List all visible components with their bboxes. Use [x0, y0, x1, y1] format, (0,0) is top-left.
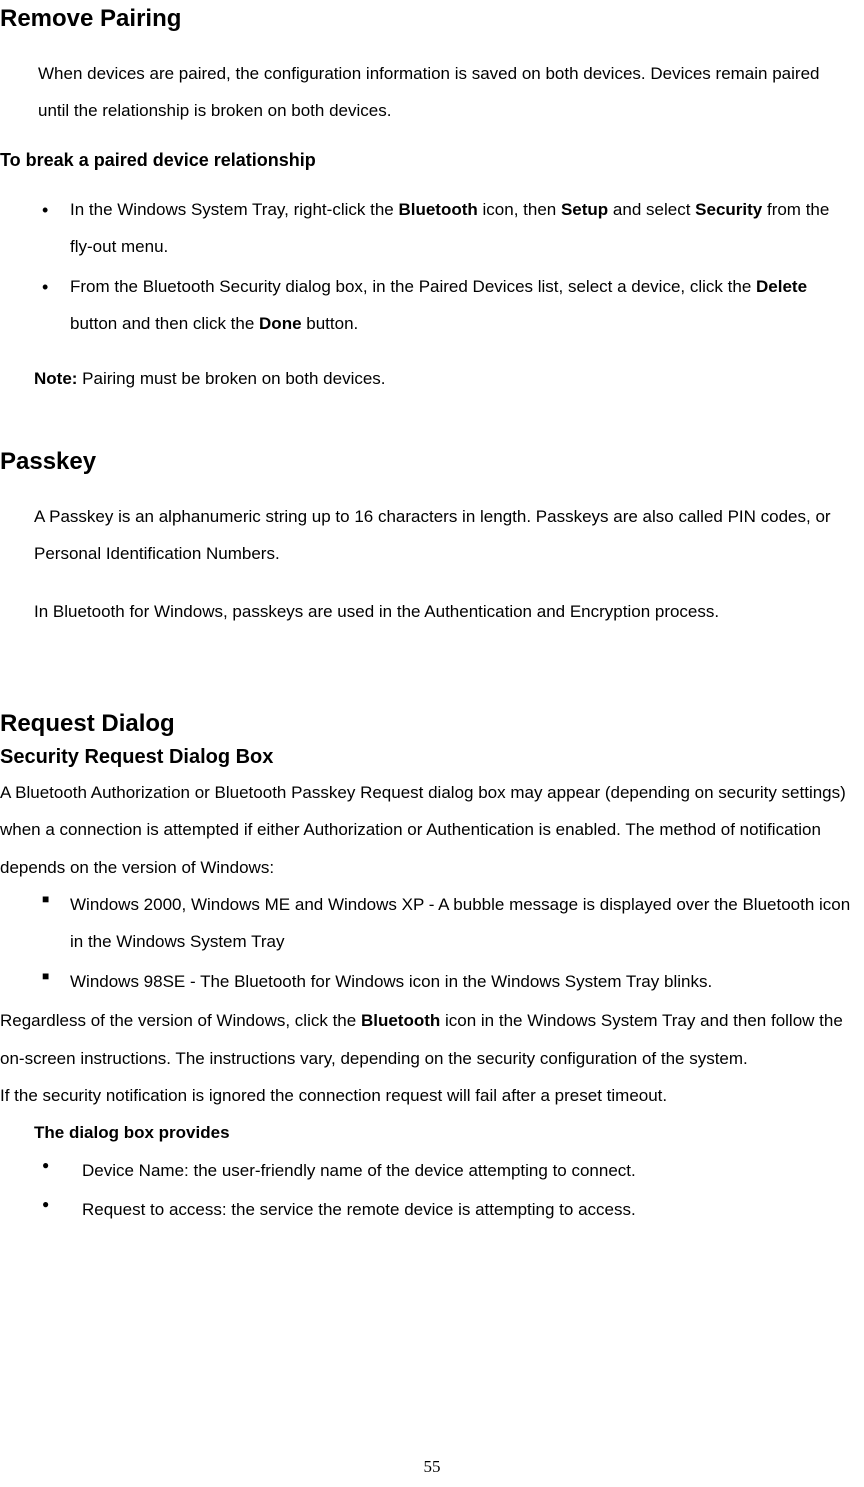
section-request-dialog: Request Dialog Security Request Dialog B… — [0, 710, 854, 1229]
text: icon, then — [478, 200, 561, 219]
text: From the Bluetooth Security dialog box, … — [70, 277, 756, 296]
windows-version-list: Windows 2000, Windows ME and Windows XP … — [38, 886, 854, 1000]
note-label: Note: — [34, 369, 77, 388]
note-text: Pairing must be broken on both devices. — [77, 369, 385, 388]
list-item: Windows 98SE - The Bluetooth for Windows… — [38, 963, 854, 1000]
intro-paragraph: When devices are paired, the configurati… — [38, 55, 854, 130]
list-item: In the Windows System Tray, right-click … — [38, 191, 854, 266]
bold-text: Setup — [561, 200, 608, 219]
bold-text: Security — [695, 200, 762, 219]
note-paragraph: Note: Pairing must be broken on both dev… — [34, 360, 854, 397]
break-steps-list: In the Windows System Tray, right-click … — [38, 191, 854, 343]
bold-text: Bluetooth — [361, 1011, 440, 1030]
bold-text: Delete — [756, 277, 807, 296]
bold-text: Bluetooth — [398, 200, 477, 219]
passkey-para-2: In Bluetooth for Windows, passkeys are u… — [34, 593, 854, 630]
subheading-security-request: Security Request Dialog Box — [0, 740, 854, 774]
heading-remove-pairing: Remove Pairing — [0, 5, 854, 33]
text: In the Windows System Tray, right-click … — [70, 200, 398, 219]
text: Regardless of the version of Windows, cl… — [0, 1011, 361, 1030]
section-passkey: Passkey A Passkey is an alphanumeric str… — [0, 448, 854, 630]
provides-list: Device Name: the user-friendly name of t… — [38, 1152, 854, 1229]
page-number: 55 — [0, 1457, 864, 1477]
ignored-paragraph: If the security notification is ignored … — [0, 1077, 854, 1114]
heading-request-dialog: Request Dialog — [0, 710, 854, 738]
request-intro: A Bluetooth Authorization or Bluetooth P… — [0, 774, 854, 886]
passkey-para-1: A Passkey is an alphanumeric string up t… — [34, 498, 854, 573]
bold-text: Done — [259, 314, 302, 333]
heading-passkey: Passkey — [0, 448, 854, 476]
list-item: Request to access: the service the remot… — [38, 1191, 854, 1228]
text: and select — [608, 200, 695, 219]
list-item: Windows 2000, Windows ME and Windows XP … — [38, 886, 854, 961]
section-remove-pairing: Remove Pairing When devices are paired, … — [0, 5, 854, 398]
list-item: From the Bluetooth Security dialog box, … — [38, 268, 854, 343]
text: button. — [302, 314, 359, 333]
provides-heading: The dialog box provides — [34, 1114, 854, 1151]
subheading-break-relationship: To break a paired device relationship — [0, 150, 854, 171]
list-item: Device Name: the user-friendly name of t… — [38, 1152, 854, 1189]
text: button and then click the — [70, 314, 259, 333]
regardless-paragraph: Regardless of the version of Windows, cl… — [0, 1002, 854, 1077]
